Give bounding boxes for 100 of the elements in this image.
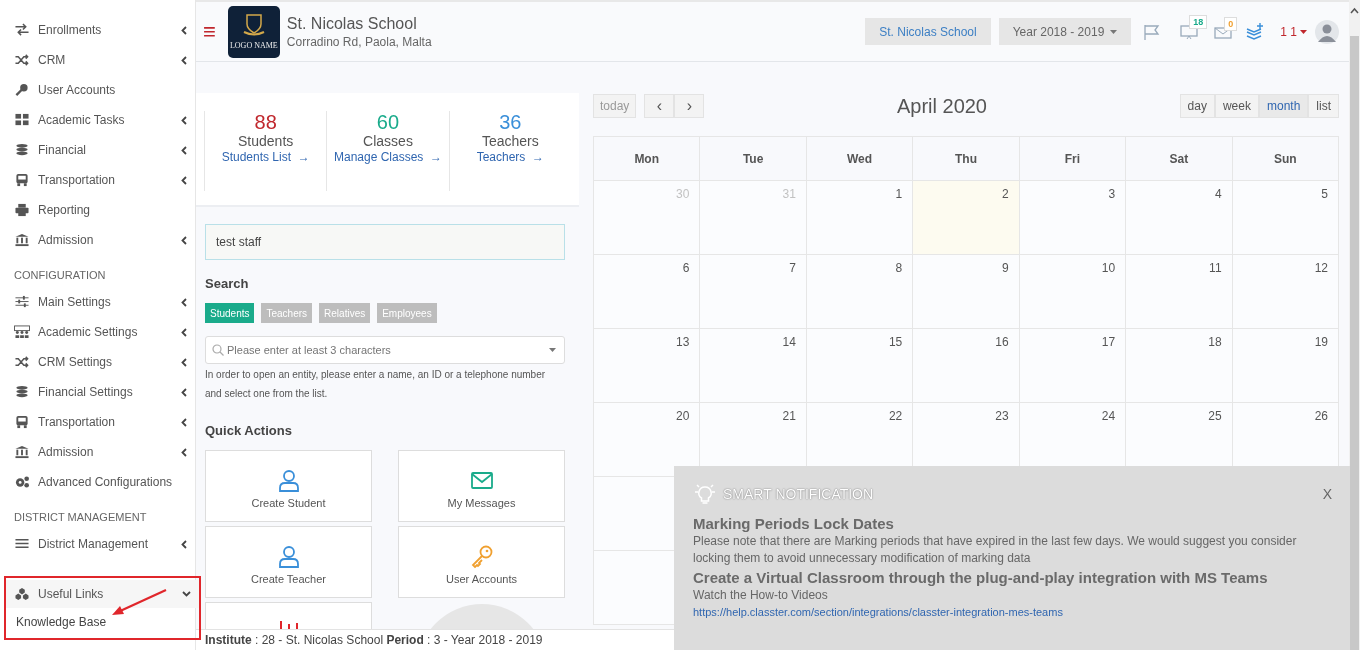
stat-link[interactable]: Students List →: [215, 149, 316, 166]
quick-action-card[interactable]: Create Teacher: [205, 526, 372, 598]
day-cell[interactable]: 20: [594, 403, 701, 477]
school-button[interactable]: St. Nicolas School: [865, 18, 991, 45]
sidebar-item[interactable]: Academic Tasks: [0, 105, 195, 135]
caret-icon: [549, 348, 556, 352]
day-number: 7: [789, 261, 796, 275]
sidebar-item[interactable]: Transportation: [0, 407, 195, 437]
day-cell[interactable]: 15: [806, 329, 914, 403]
quick-action-card[interactable]: My Messages: [398, 450, 565, 522]
day-cell[interactable]: 17: [1019, 329, 1127, 403]
quick-search-field[interactable]: test staff: [205, 224, 565, 260]
help-link[interactable]: https://help.classter.com/section/integrations/classter-integration-mes-teams: [693, 606, 1332, 618]
stat-link[interactable]: Manage Classes →: [327, 149, 448, 166]
sidebar-item[interactable]: Academic Settings: [0, 317, 195, 347]
grid-icon: [14, 113, 30, 127]
school-address: Corradino Rd, Paola, Malta: [286, 34, 432, 49]
search-hint: In order to open an entity, please enter a name, an ID or a telephone number and select one from the list.: [205, 368, 547, 401]
year-dropdown[interactable]: Year 2018 - 2019: [998, 18, 1132, 45]
quick-action-card[interactable]: Create Student: [205, 450, 372, 522]
day-number: 14: [782, 335, 796, 349]
coins-icon: [14, 143, 30, 157]
sidebar-item[interactable]: Financial: [0, 135, 195, 165]
cubes-icon: [14, 587, 30, 601]
sidebar-item[interactable]: CRM Settings: [0, 347, 195, 377]
day-number: 11: [1209, 261, 1222, 275]
sidebar-item[interactable]: Admission: [0, 225, 195, 255]
search-icon: [212, 344, 224, 356]
day-cell[interactable]: 10: [1019, 255, 1127, 329]
person-icon: [276, 545, 301, 569]
sidebar-subitem[interactable]: Knowledge Base: [6, 608, 199, 636]
scrollbar-thumb[interactable]: [1350, 36, 1359, 650]
sidebar-item[interactable]: Advanced Configurations: [0, 467, 195, 497]
day-cell[interactable]: 19: [1232, 329, 1339, 403]
notification-text: Please note that there are Marking periods that have expired in the last few days. We would suggest you consider locking them to avoid unnecessary modification of marking data: [693, 533, 1298, 567]
user-count[interactable]: 1 1: [1280, 24, 1307, 39]
view-button[interactable]: day: [1179, 94, 1215, 118]
day-number: 4: [1214, 187, 1222, 201]
day-cell[interactable]: 12: [1232, 255, 1339, 329]
menu-button[interactable]: ≡: [203, 20, 216, 43]
sidebar-item[interactable]: Useful Links: [6, 580, 199, 608]
sidebar-item[interactable]: District Management: [0, 529, 195, 559]
entity-search-field[interactable]: Please enter at least 3 characters: [205, 336, 565, 364]
bus-icon: [14, 415, 30, 429]
sidebar-item[interactable]: Enrollments: [0, 15, 195, 45]
stat-value: 60: [376, 111, 400, 133]
view-button[interactable]: week: [1214, 94, 1259, 118]
school-name: St. Nicolas School: [286, 14, 418, 33]
monitor-icon[interactable]: [1180, 23, 1199, 40]
person-icon: [276, 469, 301, 493]
day-cell[interactable]: 6: [594, 255, 701, 329]
day-number: 25: [1208, 409, 1222, 423]
day-cell[interactable]: 7: [700, 255, 807, 329]
day-number: 22: [888, 409, 903, 423]
day-cell[interactable]: 4: [1126, 181, 1233, 255]
day-cell[interactable]: 3: [1019, 181, 1127, 255]
day-cell[interactable]: 11: [1126, 255, 1233, 329]
scroll-up-icon[interactable]: [1349, 6, 1360, 16]
stat-link[interactable]: Teachers →: [470, 149, 550, 166]
view-button[interactable]: list: [1308, 94, 1339, 118]
bus-icon: [14, 173, 30, 187]
sidebar-item[interactable]: Admission: [0, 437, 195, 467]
flag-icon[interactable]: [1143, 23, 1161, 40]
sidebar-item[interactable]: Main Settings: [0, 287, 195, 317]
day-cell[interactable]: 14: [700, 329, 807, 403]
view-button[interactable]: month: [1258, 94, 1309, 118]
day-cell[interactable]: 1: [806, 181, 914, 255]
sidebar-item[interactable]: Reporting: [0, 195, 195, 225]
people-icon: [14, 325, 30, 339]
day-cell[interactable]: 16: [913, 329, 1020, 403]
day-cell[interactable]: 13: [594, 329, 701, 403]
layers-plus-icon[interactable]: [1246, 22, 1265, 41]
day-cell[interactable]: 2: [913, 181, 1020, 255]
day-number: 12: [1314, 261, 1328, 275]
next-button[interactable]: ›: [674, 94, 705, 118]
day-cell[interactable]: 8: [806, 255, 914, 329]
day-cell[interactable]: 5: [1232, 181, 1339, 255]
avatar[interactable]: [1315, 19, 1339, 44]
day-number: 9: [1002, 261, 1009, 275]
notification-heading: Marking Periods Lock Dates: [693, 515, 895, 532]
day-number: 6: [682, 261, 690, 275]
key-icon: [14, 83, 30, 97]
day-number: 5: [1321, 187, 1328, 201]
close-button[interactable]: X: [1322, 486, 1332, 502]
lightbulb-icon: [693, 483, 717, 505]
key-icon: [469, 545, 494, 569]
stat-value: 36: [499, 111, 522, 133]
day-number: 30: [676, 187, 690, 201]
day-number: 15: [888, 335, 903, 349]
sidebar-item[interactable]: Financial Settings: [0, 377, 195, 407]
day-number: 2: [1002, 187, 1009, 201]
day-number: 17: [1101, 335, 1116, 349]
quick-action-card[interactable]: User Accounts: [398, 526, 565, 598]
day-cell[interactable]: 9: [913, 255, 1020, 329]
sidebar-item[interactable]: Transportation: [0, 165, 195, 195]
sidebar-item[interactable]: CRM: [0, 45, 195, 75]
day-cell[interactable]: 18: [1126, 329, 1233, 403]
sidebar-item[interactable]: User Accounts: [0, 75, 195, 105]
previous-button[interactable]: ‹: [644, 94, 675, 118]
day-number: 3: [1108, 187, 1116, 201]
